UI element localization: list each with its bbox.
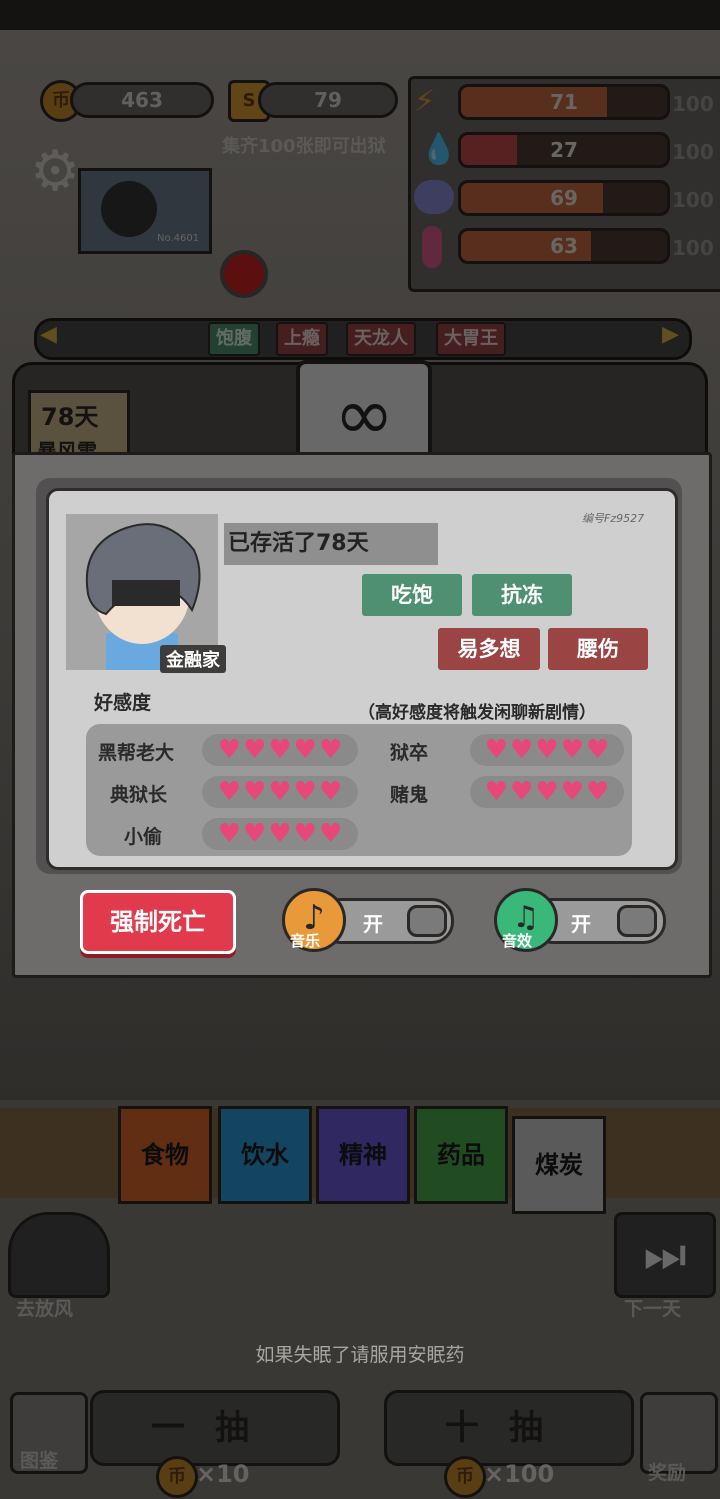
heart-icon: ♥ <box>243 777 267 807</box>
toggle-knob <box>617 905 657 937</box>
heart-icon: ♥ <box>243 735 267 765</box>
heart-icon: ♥ <box>535 735 559 765</box>
heart-icon: ♥ <box>318 819 343 849</box>
lightning-icon: ⚡ <box>414 84 436 119</box>
toggle-knob <box>407 905 447 937</box>
category-water[interactable]: 饮水 <box>218 1106 312 1204</box>
heart-icon: ♥ <box>510 777 534 807</box>
energy-bar: 71 <box>458 84 670 120</box>
heart-icon: ♥ <box>560 777 584 807</box>
heart-bar: ♥ ♥ ♥ ♥ ♥ <box>470 734 624 766</box>
ceiling <box>0 0 720 30</box>
water-drop-icon: 💧 <box>420 132 458 167</box>
favor-name: 黑帮老大 <box>98 742 175 764</box>
s-card-counter: 79 <box>258 82 398 118</box>
heart-icon: ♥ <box>268 777 292 807</box>
heart-icon: ♥ <box>293 819 317 849</box>
coin-counter: 463 <box>70 82 214 118</box>
heart-icon: ♥ <box>585 777 610 807</box>
heart-icon: ♥ <box>510 735 534 765</box>
alarm-light-icon <box>220 250 268 298</box>
character-name: 金融家 <box>160 645 226 673</box>
warmth-value: 63 <box>550 234 578 258</box>
energy-max: 100 <box>672 92 714 116</box>
heart-icon: ♥ <box>560 735 584 765</box>
prisoner-id: 编号Fz9527 <box>582 512 645 525</box>
heart-icon: ♥ <box>217 735 242 765</box>
favor-name: 小偷 <box>124 826 163 848</box>
door-icon[interactable] <box>8 1212 110 1298</box>
single-draw-cost: ×10 <box>196 1460 250 1488</box>
warmth-bar: 63 <box>458 228 670 264</box>
heart-icon: ♥ <box>318 735 343 765</box>
reward-label[interactable]: 奖励 <box>648 1458 686 1485</box>
coin-icon: 币 <box>444 1456 486 1498</box>
spirit-value: 69 <box>550 186 578 210</box>
s-card-hint: 集齐100张即可出狱 <box>222 136 386 157</box>
coin-icon: 币 <box>156 1456 198 1498</box>
heart-icon: ♥ <box>217 777 242 807</box>
codex-label[interactable]: 图鉴 <box>20 1446 58 1473</box>
music-state: 开 <box>363 912 383 936</box>
next-day-label[interactable]: 下一天 <box>624 1294 681 1321</box>
heart-bar: ♥ ♥ ♥ ♥ ♥ <box>202 776 358 808</box>
favor-name: 典狱长 <box>110 784 168 806</box>
heart-bar: ♥ ♥ ♥ ♥ ♥ <box>470 776 624 808</box>
day-sign-days: 78天 <box>41 403 99 431</box>
music-label: 音乐 <box>290 932 321 950</box>
sfx-label: 音效 <box>502 932 533 950</box>
thermometer-icon <box>422 226 442 268</box>
favor-hint: （高好感度将触发闲聊新剧情） <box>358 703 596 723</box>
ten-draw-button[interactable]: 十抽 <box>384 1390 634 1466</box>
favor-name: 赌鬼 <box>390 784 429 806</box>
single-draw-button[interactable]: 一抽 <box>90 1390 340 1466</box>
heart-icon: ♥ <box>217 819 242 849</box>
water-max: 100 <box>672 140 714 164</box>
next-day-icon[interactable]: ⏭ <box>614 1212 716 1298</box>
water-value: 27 <box>550 138 578 162</box>
energy-value: 71 <box>550 90 578 114</box>
monitor: No.4601 <box>78 168 212 254</box>
monitor-id: No.4601 <box>157 233 200 244</box>
go-outside-label[interactable]: 去放风 <box>16 1294 73 1321</box>
favor-title: 好感度 <box>94 692 152 714</box>
heart-bar: ♥ ♥ ♥ ♥ ♥ <box>202 734 358 766</box>
heart-icon: ♥ <box>293 735 317 765</box>
heart-icon: ♥ <box>318 777 343 807</box>
monitor-portrait <box>101 181 157 237</box>
heart-icon: ♥ <box>243 819 267 849</box>
days-survived: 已存活了78天 <box>224 523 438 565</box>
trait-good: 吃饱 <box>362 574 462 616</box>
hint-text: 如果失眠了请服用安眠药 <box>255 1344 465 1366</box>
heart-bar: ♥ ♥ ♥ ♥ ♥ <box>202 818 358 850</box>
trait-good: 抗冻 <box>472 574 572 616</box>
trait-bad: 腰伤 <box>548 628 648 670</box>
heart-icon: ♥ <box>293 777 317 807</box>
ten-draw-cost: ×100 <box>484 1460 555 1488</box>
warmth-max: 100 <box>672 236 714 260</box>
heart-icon: ♥ <box>484 777 509 807</box>
category-spirit[interactable]: 精神 <box>316 1106 410 1204</box>
sfx-state: 开 <box>571 912 591 936</box>
force-death-button[interactable]: 强制死亡 <box>80 890 236 954</box>
favor-name: 狱卒 <box>390 742 429 764</box>
spirit-max: 100 <box>672 188 714 212</box>
heart-icon: ♥ <box>268 735 292 765</box>
trait-bad: 易多想 <box>438 628 540 670</box>
category-coal[interactable]: 煤炭 <box>512 1116 606 1214</box>
category-medicine[interactable]: 药品 <box>414 1106 508 1204</box>
heart-icon: ♥ <box>484 735 509 765</box>
heart-icon: ♥ <box>535 777 559 807</box>
category-food[interactable]: 食物 <box>118 1106 212 1204</box>
spirit-bar: 69 <box>458 180 670 216</box>
brain-icon <box>414 180 454 214</box>
heart-icon: ♥ <box>585 735 610 765</box>
heart-icon: ♥ <box>268 819 292 849</box>
water-bar: 27 <box>458 132 670 168</box>
